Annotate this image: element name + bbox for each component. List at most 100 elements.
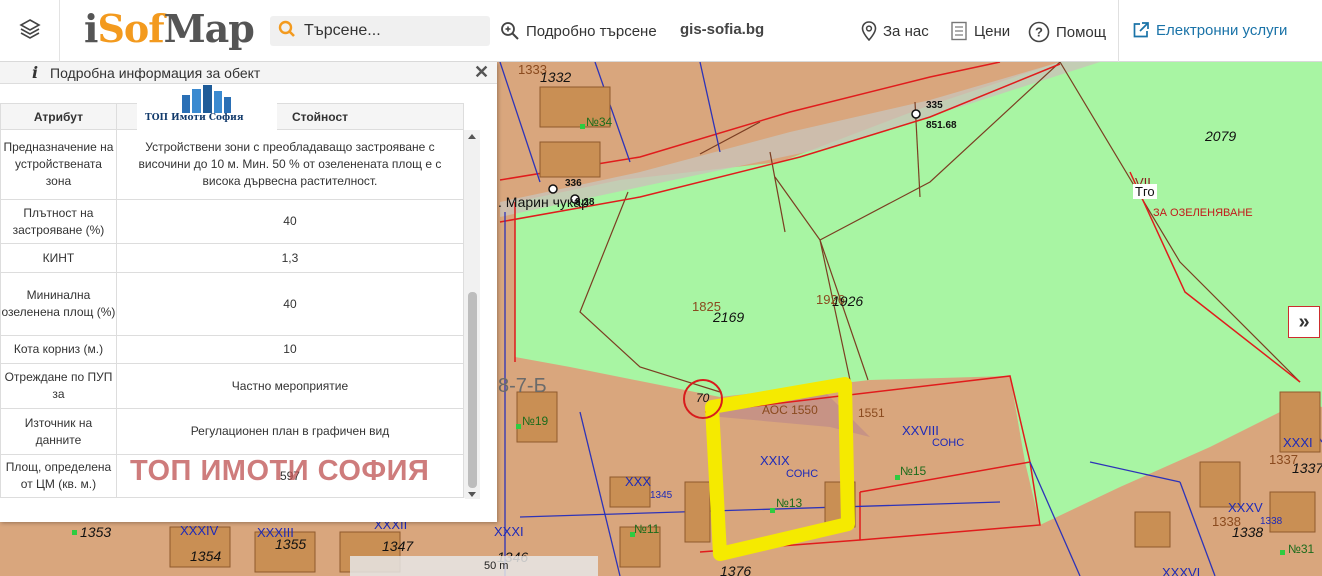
attribute-cell: Плътност на застрояване (%) [0, 199, 117, 244]
header-divider [1118, 0, 1119, 62]
eservices-link[interactable]: Електронни услуги [1132, 21, 1287, 39]
parcel-label: 1337 [1292, 460, 1322, 476]
parcel-label: 1354 [190, 548, 222, 564]
survey-point [548, 184, 558, 194]
scroll-down-icon[interactable] [468, 492, 476, 497]
attribute-cell: Отреждане по ПУП за [0, 363, 117, 409]
info-icon: i [32, 63, 39, 82]
attribute-cell: Мининална озеленена площ (%) [0, 272, 117, 336]
column-header-attribute: Атрибут [0, 103, 117, 130]
svg-text:?: ? [1035, 25, 1043, 40]
table-row: Отреждане по ПУП за Частно мероприятие [0, 363, 480, 409]
eservices-label: Електронни услуги [1156, 21, 1288, 39]
value-cell: 40 [115, 272, 465, 336]
street-label: . Марин чукар [498, 194, 589, 210]
zoom-search-icon [500, 21, 520, 41]
table-row: Мининална озеленена площ (%) 40 [0, 272, 480, 336]
help-icon: ? [1028, 21, 1050, 43]
table-row: Предназначение на устройствената зона Ус… [0, 129, 480, 200]
panel-header: i Подробна информация за обект ✕ [0, 62, 497, 84]
zone-purpose-label: ЗА ОЗЕЛЕНЯВАНЕ [1153, 207, 1253, 219]
value-cell: 10 [115, 335, 465, 364]
block-label: 8-7-Б [498, 375, 547, 397]
parcel-label: 1338 [1260, 516, 1283, 527]
address-label: №11 [634, 522, 660, 536]
value-cell: Устройствени зони с преобладаващо застро… [115, 129, 465, 200]
parcel-label: 1347 [382, 538, 414, 554]
regulation-label: СОНС [786, 468, 819, 480]
watermark-text: ТОП ИМОТИ СОФИЯ [130, 455, 430, 487]
search-icon [278, 20, 296, 43]
external-link-icon [1132, 21, 1150, 39]
close-icon[interactable]: ✕ [474, 62, 489, 83]
address-label: №34 [586, 115, 613, 129]
table-row: Източник на данните Регулационен план в … [0, 408, 480, 455]
parcel-label: АОС 1550 [762, 403, 818, 417]
attribute-cell: Предназначение на устройствената зона [0, 129, 117, 200]
value-cell: Частно мероприятие [115, 363, 465, 409]
regulation-label: XXVIII [902, 423, 939, 438]
layers-icon [18, 17, 42, 46]
gis-sofia-link[interactable]: gis-sofia.bg [680, 21, 764, 38]
value-cell: 1,3 [115, 243, 465, 273]
prices-label: Цени [974, 22, 1011, 40]
scale-bar: 50 m [350, 556, 598, 576]
parcel-label: 1345 [650, 490, 673, 501]
address-label: №31 [1288, 542, 1315, 556]
parcel-label: 1355 [275, 536, 307, 552]
table-row: Плътност на застрояване (%) 40 [0, 199, 480, 244]
parcel-label: 70 [696, 391, 710, 405]
search-input[interactable] [304, 22, 484, 40]
attribute-cell: Източник на данните [0, 408, 117, 455]
buildings-logo-icon [182, 85, 231, 113]
document-list-icon [950, 21, 968, 41]
parcel-label: 1338 [1232, 524, 1264, 540]
regulation-label: XXIX [760, 453, 790, 468]
layers-button[interactable] [0, 0, 60, 62]
regulation-label: СОНС [932, 437, 965, 449]
scale-label: 50 m [484, 560, 509, 572]
advanced-search-link[interactable]: Подробно търсене [500, 21, 657, 41]
agency-logo-caption: ТОП Имоти София [145, 113, 244, 123]
attribute-cell: Площ, определена от ЦМ (кв. м.) [0, 454, 117, 498]
parcel-label: 1376 [720, 563, 752, 576]
parcel-label: 1332 [540, 69, 572, 85]
scroll-up-icon[interactable] [468, 134, 476, 139]
survey-point [911, 109, 921, 119]
value-cell: Регулационен план в графичен вид [115, 408, 465, 455]
panel-title: Подробна информация за обект [50, 65, 261, 81]
top-header: iSofMap Подробно търсене gis-sofia.bg За… [0, 0, 1322, 62]
help-label: Помощ [1056, 23, 1107, 41]
point-label: 336 [565, 178, 582, 189]
parcel-label: 1353 [80, 524, 112, 540]
about-link[interactable]: За нас [861, 21, 929, 41]
regulation-label: XXXV [1228, 500, 1263, 515]
parcel-label: 2169 [713, 309, 745, 325]
app-logo[interactable]: iSofMap [84, 6, 255, 51]
parcel-label: 1926 [832, 293, 864, 309]
parcel-label: 1551 [858, 406, 885, 420]
address-label: №15 [900, 464, 927, 478]
panel-scrollbar[interactable] [465, 132, 480, 499]
expand-panel-button[interactable]: » [1288, 306, 1320, 338]
attributes-table: Атрибут Стойност Предназначение на устро… [0, 103, 480, 498]
advanced-search-label: Подробно търсене [526, 22, 657, 40]
attribute-cell: КИНТ [0, 243, 117, 273]
attribute-cell: Кота корниз (м.) [0, 335, 117, 364]
point-label: 335 [926, 100, 943, 111]
address-label: №19 [522, 414, 549, 428]
scrollbar-thumb[interactable] [468, 292, 477, 488]
table-row: КИНТ 1,3 [0, 243, 480, 273]
height-label: 851.68 [926, 120, 957, 131]
regulation-label: XXXVI [1162, 565, 1201, 576]
regulation-label: XXX [625, 474, 652, 489]
about-label: За нас [883, 22, 929, 40]
help-link[interactable]: ? Помощ [1028, 21, 1106, 43]
map-pin-icon [861, 21, 877, 41]
value-cell: 40 [115, 199, 465, 244]
object-info-panel: i Подробна информация за обект ✕ Атрибут… [0, 62, 497, 522]
double-chevron-right-icon: » [1298, 310, 1310, 333]
search-box[interactable] [270, 16, 490, 46]
agency-logo: ТОП Имоти София [137, 85, 277, 133]
prices-link[interactable]: Цени [950, 21, 1010, 41]
